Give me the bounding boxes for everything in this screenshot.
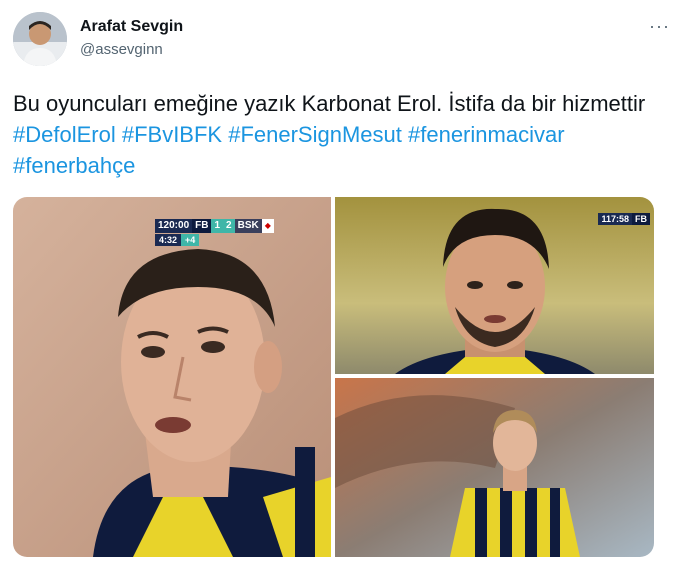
home-team: FB bbox=[192, 219, 212, 233]
hashtag-link[interactable]: #DefolErol bbox=[13, 122, 116, 147]
match-time-small: 117:58 bbox=[598, 213, 632, 225]
hashtag-link[interactable]: #FBvIBFK bbox=[122, 122, 222, 147]
tweet-text: Bu oyuncuları emeğine yazık Karbonat Ero… bbox=[13, 88, 673, 181]
more-options-icon[interactable]: ··· bbox=[649, 16, 670, 37]
away-team: BSK bbox=[234, 219, 262, 233]
media-photo-2[interactable]: 117:58 FB bbox=[335, 197, 654, 374]
tweet-card: Arafat Sevgin @assevginn ··· Bu oyuncula… bbox=[0, 0, 700, 573]
away-score: 2 bbox=[223, 219, 235, 233]
hashtag-link[interactable]: #fenerinmacivar bbox=[408, 122, 565, 147]
added-time: +4 bbox=[181, 234, 200, 246]
media-photo-3[interactable] bbox=[335, 378, 654, 557]
tweet-body: Bu oyuncuları emeğine yazık Karbonat Ero… bbox=[13, 91, 646, 116]
hashtag-link[interactable]: #fenerbahçe bbox=[13, 153, 135, 178]
author-handle[interactable]: @assevginn bbox=[80, 41, 163, 58]
broadcaster-logo-icon: ◆ bbox=[261, 219, 274, 233]
scoreboard: 120:00 FB 1 2 BSK ◆ bbox=[155, 219, 274, 233]
author-name[interactable]: Arafat Sevgin bbox=[80, 18, 183, 36]
hashtag-link[interactable]: #FenerSignMesut bbox=[228, 122, 402, 147]
stoppage-clock: 4:32 bbox=[155, 234, 182, 246]
scoreboard-small: 117:58 FB bbox=[598, 213, 650, 225]
home-score: 1 bbox=[211, 219, 224, 233]
home-team-small: FB bbox=[632, 213, 650, 225]
media-photo-1[interactable]: 120:00 FB 1 2 BSK ◆ 4:32 +4 bbox=[13, 197, 331, 557]
stoppage-time: 4:32 +4 bbox=[155, 234, 200, 246]
media-grid: 120:00 FB 1 2 BSK ◆ 4:32 +4 117:58 FB bbox=[13, 197, 654, 557]
match-time: 120:00 bbox=[155, 219, 193, 233]
avatar[interactable] bbox=[13, 12, 67, 66]
